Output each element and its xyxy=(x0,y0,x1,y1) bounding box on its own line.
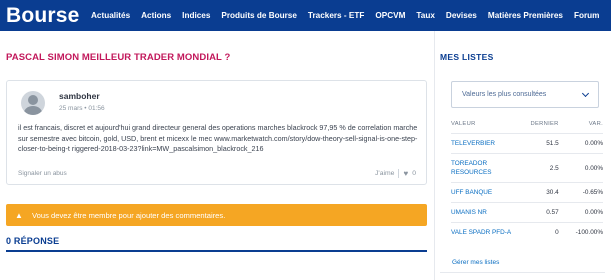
nav-item-actualit-s[interactable]: Actualités xyxy=(91,11,130,20)
like-control[interactable]: J'aime ♥ 0 xyxy=(375,169,416,178)
watchlist-header-row: VALEUR DERNIER VAR. xyxy=(451,121,603,134)
heart-icon[interactable]: ♥ xyxy=(403,169,408,178)
table-row[interactable]: VALE SPADR PFD-A 0 -100.00% xyxy=(451,222,603,242)
list-selector-value: Valeurs les plus consultées xyxy=(462,91,547,98)
table-row[interactable]: UMANIS NR 0.57 0.00% xyxy=(451,202,603,223)
report-abuse-link[interactable]: Signaler un abus xyxy=(18,170,67,177)
last-price: 51.5 xyxy=(513,133,559,154)
last-price: 30.4 xyxy=(513,182,559,203)
table-row[interactable]: UFF BANQUE 30.4 -0.65% xyxy=(451,182,603,203)
forum-post: samboher 25 mars • 01:56 il est francais… xyxy=(6,80,427,185)
list-selector[interactable]: Valeurs les plus consultées xyxy=(451,81,599,108)
thread-title: PASCAL SIMON MEILLEUR TRADER MONDIAL ? xyxy=(6,52,231,63)
main-nav: Actualités Actions Indices Produits de Bour… xyxy=(91,11,610,20)
variation: 0.00% xyxy=(558,133,603,154)
like-label[interactable]: J'aime xyxy=(375,170,394,177)
nav-item-produits-de-bourse[interactable]: Produits de Bourse xyxy=(221,11,297,20)
warning-text: Vous devez être membre pour ajouter des … xyxy=(32,210,226,220)
post-body: il est francais, discret et aujourd'hui … xyxy=(18,123,418,153)
nav-item-trackers-etf[interactable]: Trackers - ETF xyxy=(308,11,364,20)
variation: -0.65% xyxy=(558,182,603,203)
last-price: 0 xyxy=(513,222,559,242)
top-navigation-bar: Bourse Actualités Actions Indices Produits … xyxy=(0,0,611,31)
column-divider xyxy=(434,31,435,280)
variation: 0.00% xyxy=(558,153,603,183)
sidebar-title: MES LISTES xyxy=(440,52,494,62)
stock-name-link[interactable]: UMANIS NR xyxy=(451,202,513,223)
stock-name-link[interactable]: VALE SPADR PFD-A xyxy=(451,222,513,242)
reply-count-heading: 0 RÉPONSE xyxy=(6,236,427,252)
last-price: 0.57 xyxy=(513,202,559,223)
stock-name-link[interactable]: TOREADOR RESOURCES xyxy=(451,153,513,183)
nav-item-indices[interactable]: Indices xyxy=(182,11,210,20)
avatar[interactable] xyxy=(21,91,45,115)
sidebar-bottom-divider xyxy=(440,272,605,273)
watchlist-table: VALEUR DERNIER VAR. TELEVERBIER 51.5 0.00%… xyxy=(451,121,603,242)
nav-item-devises[interactable]: Devises xyxy=(446,11,477,20)
last-price: 2.5 xyxy=(513,153,559,183)
nav-item-opcvm[interactable]: OPCVM xyxy=(375,11,405,20)
stock-name-link[interactable]: UFF BANQUE xyxy=(451,182,513,203)
nav-item-taux[interactable]: Taux xyxy=(416,11,435,20)
manage-lists-link[interactable]: Gérer mes listes xyxy=(452,259,499,266)
like-separator xyxy=(398,169,400,178)
nav-item-actions[interactable]: Actions xyxy=(141,11,171,20)
member-warning-banner: ▲ Vous devez être membre pour ajouter de… xyxy=(6,204,427,226)
post-date: 25 mars • 01:56 xyxy=(59,105,105,112)
variation: 0.00% xyxy=(558,202,603,223)
warning-icon: ▲ xyxy=(15,210,23,220)
like-count: 0 xyxy=(412,170,416,177)
post-author[interactable]: samboher xyxy=(59,91,100,101)
column-header-dernier[interactable]: DERNIER xyxy=(513,121,559,134)
column-header-valeur[interactable]: VALEUR xyxy=(451,121,513,134)
nav-item-mati-res-premi-res[interactable]: Matières Premières xyxy=(488,11,563,20)
site-logo[interactable]: Bourse xyxy=(6,4,91,28)
column-header-var[interactable]: VAR. xyxy=(559,121,603,134)
variation: -100.00% xyxy=(558,222,603,242)
stock-name-link[interactable]: TELEVERBIER xyxy=(451,133,513,154)
table-row[interactable]: TELEVERBIER 51.5 0.00% xyxy=(451,133,603,154)
chevron-down-icon xyxy=(581,89,590,97)
table-row[interactable]: TOREADOR RESOURCES 2.5 0.00% xyxy=(451,153,603,183)
nav-item-forum[interactable]: Forum xyxy=(574,11,599,20)
